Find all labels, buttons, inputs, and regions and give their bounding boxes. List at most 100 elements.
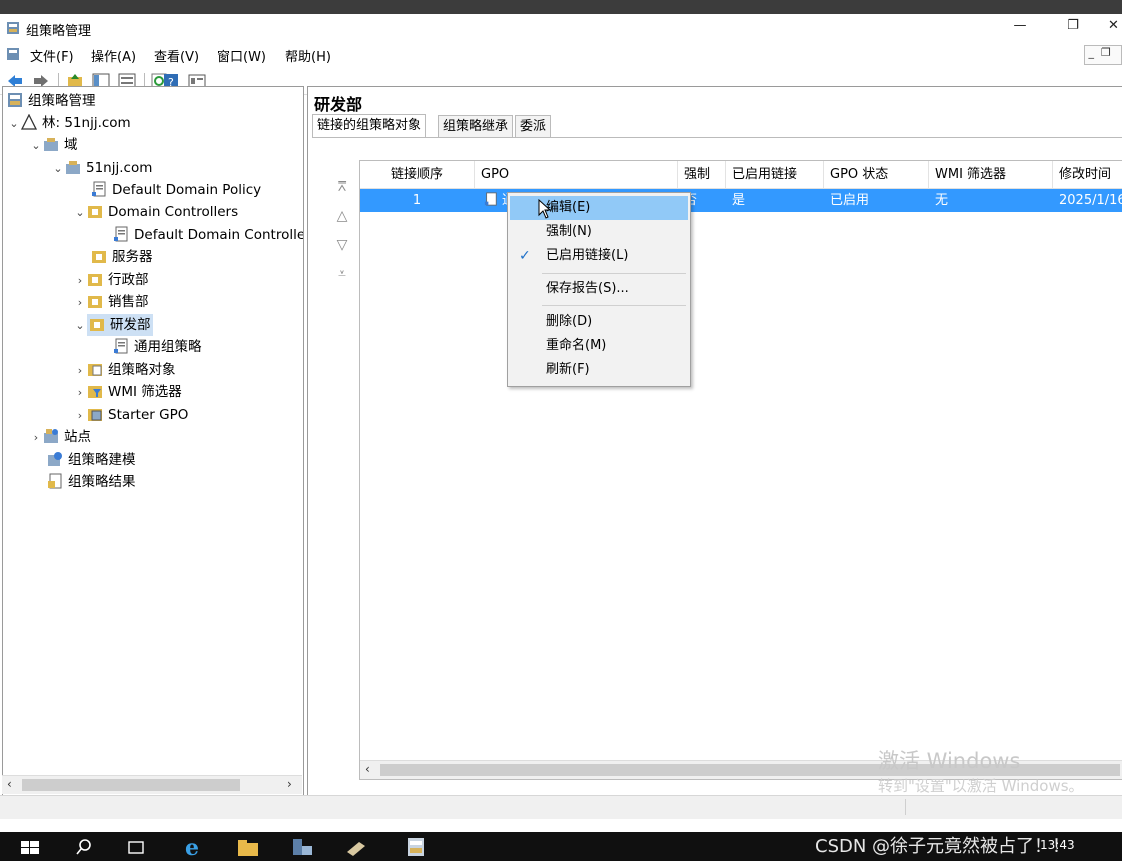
menu-file[interactable]: 文件(F) bbox=[30, 46, 74, 65]
restore-button[interactable]: ❐ bbox=[1058, 18, 1088, 38]
tree-modeling[interactable]: 组策略建模 bbox=[47, 449, 136, 471]
menu-item-delete[interactable]: 删除(D) bbox=[510, 310, 688, 334]
col-link-enabled[interactable]: 已启用链接 bbox=[726, 161, 824, 188]
menu-item-delete-label: 删除(D) bbox=[546, 314, 593, 329]
menu-window[interactable]: 窗口(W) bbox=[217, 46, 266, 65]
context-menu: 编辑(E) 强制(N) ✓ 已启用链接(L) 保存报告(S)... 删除(D) 重… bbox=[507, 192, 691, 387]
expanded-chevron-icon[interactable]: ⌄ bbox=[73, 315, 87, 337]
window-title: 组策略管理 bbox=[26, 24, 92, 39]
menu-help[interactable]: 帮助(H) bbox=[285, 46, 331, 65]
tree-results[interactable]: 组策略结果 bbox=[47, 471, 136, 493]
col-gpo[interactable]: GPO bbox=[475, 161, 678, 188]
starter-gpo-icon bbox=[88, 409, 102, 421]
collapsed-chevron-icon[interactable]: › bbox=[73, 292, 87, 314]
menu-item-refresh[interactable]: 刷新(F) bbox=[510, 358, 688, 382]
collapsed-chevron-icon[interactable]: › bbox=[73, 270, 87, 292]
tree-general-policy[interactable]: 通用组策略 bbox=[113, 336, 202, 358]
expanded-chevron-icon[interactable]: ⌄ bbox=[51, 158, 65, 180]
tree-default-dc-policy[interactable]: Default Domain Controlle bbox=[113, 224, 303, 246]
col-enforced[interactable]: 强制 bbox=[678, 161, 726, 188]
windows-start-icon[interactable] bbox=[18, 836, 42, 858]
cell-wmi: 无 bbox=[935, 193, 949, 208]
tab-inheritance[interactable]: 组策略继承 bbox=[438, 115, 514, 137]
gpmc-taskbar-icon[interactable] bbox=[404, 836, 428, 858]
tree-root[interactable]: 组策略管理 bbox=[7, 90, 96, 112]
tree-admin[interactable]: › 行政部 bbox=[73, 269, 149, 291]
csdn-watermark: CSDN @徐子元竟然被占了！！ bbox=[815, 836, 1071, 857]
scroll-right-arrow-icon[interactable]: › bbox=[287, 777, 292, 791]
tree-domains[interactable]: ⌄ 域 bbox=[29, 134, 78, 157]
scroll-left-arrow-icon[interactable]: ‹ bbox=[7, 777, 12, 791]
tree-wmi-filters[interactable]: › WMI 筛选器 bbox=[73, 381, 182, 403]
menu-action[interactable]: 操作(A) bbox=[91, 46, 136, 65]
menu-item-rename-label: 重命名(M) bbox=[546, 338, 607, 353]
task-view-icon[interactable] bbox=[124, 836, 148, 858]
mdi-child-icon[interactable] bbox=[6, 47, 20, 61]
tree-gpo-objects[interactable]: › 组策略对象 bbox=[73, 359, 176, 381]
col-gpo-status[interactable]: GPO 状态 bbox=[824, 161, 929, 188]
activation-watermark-hint: 转到"设置"以激活 Windows。 bbox=[878, 777, 1084, 795]
tab-linked-gpos[interactable]: 链接的组策略对象 bbox=[312, 114, 427, 138]
menu-item-enforce[interactable]: 强制(N) bbox=[510, 220, 688, 244]
move-up-icon[interactable]: △ bbox=[334, 208, 350, 224]
status-divider bbox=[905, 799, 906, 815]
gpo-link-icon bbox=[114, 226, 128, 242]
menu-view[interactable]: 查看(V) bbox=[154, 46, 199, 65]
col-wmi-filter[interactable]: WMI 筛选器 bbox=[929, 161, 1053, 188]
tree-starter-gpo-label: Starter GPO bbox=[108, 407, 189, 423]
tree-gpo-objects-label: 组策略对象 bbox=[108, 362, 176, 378]
file-explorer-icon[interactable] bbox=[236, 836, 260, 858]
internet-explorer-icon[interactable]: e bbox=[182, 836, 206, 858]
gpo-link-icon bbox=[114, 338, 128, 354]
collapsed-chevron-icon[interactable]: › bbox=[73, 360, 87, 382]
gpo-folder-icon bbox=[88, 364, 102, 376]
cell-status: 已启用 bbox=[830, 193, 870, 208]
menu-item-refresh-label: 刷新(F) bbox=[546, 362, 590, 377]
menu-item-link-enabled[interactable]: ✓ 已启用链接(L) bbox=[510, 244, 688, 268]
table-row[interactable]: 1 通 否 是 已启用 无 2025/1/16 bbox=[360, 189, 1122, 212]
tree-domain-controllers[interactable]: ⌄ Domain Controllers bbox=[73, 201, 238, 223]
move-top-icon[interactable]: ⩞ bbox=[334, 179, 350, 195]
close-button[interactable]: ✕ bbox=[1105, 18, 1122, 38]
collapsed-chevron-icon[interactable]: › bbox=[29, 427, 43, 449]
admin-tools-icon[interactable] bbox=[344, 836, 368, 858]
tree-forest[interactable]: ⌄ 林: 51njj.com bbox=[7, 112, 131, 134]
move-bottom-icon[interactable]: ⩡ bbox=[334, 266, 350, 282]
mdi-controls[interactable]: _ ❐ bbox=[1084, 45, 1122, 65]
col-modified[interactable]: 修改时间 bbox=[1053, 161, 1122, 188]
tree-forest-label: 林: 51njj.com bbox=[42, 115, 131, 131]
menu-item-edit[interactable]: 编辑(E) bbox=[510, 196, 688, 220]
tree-horizontal-scrollbar[interactable]: ‹ › bbox=[2, 775, 302, 794]
menu-item-rename[interactable]: 重命名(M) bbox=[510, 334, 688, 358]
move-down-icon[interactable]: ▽ bbox=[334, 237, 350, 253]
expanded-chevron-icon[interactable]: ⌄ bbox=[7, 113, 21, 135]
tree-starter-gpo[interactable]: › Starter GPO bbox=[73, 404, 189, 427]
tree-domain[interactable]: ⌄ 51njj.com bbox=[51, 157, 152, 179]
expanded-chevron-icon[interactable]: ⌄ bbox=[73, 202, 87, 224]
tree-sites[interactable]: › 站点 bbox=[29, 426, 91, 448]
tree-domains-label: 域 bbox=[64, 137, 78, 153]
checkmark-icon: ✓ bbox=[519, 248, 531, 264]
tree-rd[interactable]: ⌄ 研发部 bbox=[73, 314, 153, 336]
collapsed-chevron-icon[interactable]: › bbox=[73, 382, 87, 404]
tree-servers[interactable]: 服务器 bbox=[91, 246, 153, 268]
tab-delegation[interactable]: 委派 bbox=[515, 115, 552, 137]
col-link-order[interactable]: 链接顺序 bbox=[360, 161, 475, 188]
svg-text:e: e bbox=[185, 836, 199, 858]
search-icon[interactable] bbox=[72, 836, 96, 858]
tree-default-domain-policy[interactable]: Default Domain Policy bbox=[91, 179, 261, 201]
scroll-thumb[interactable] bbox=[22, 779, 240, 791]
tree-sales[interactable]: › 销售部 bbox=[73, 291, 149, 313]
expanded-chevron-icon[interactable]: ⌄ bbox=[29, 135, 43, 157]
scroll-left-arrow-icon[interactable]: ‹ bbox=[365, 762, 370, 776]
menu-separator bbox=[542, 305, 686, 306]
gpo-link-icon bbox=[92, 181, 106, 197]
minimize-button[interactable]: — bbox=[1005, 18, 1035, 38]
ou-icon bbox=[88, 274, 102, 286]
tree-rd-selection: 研发部 bbox=[87, 314, 153, 336]
list-header: 链接顺序 GPO 强制 已启用链接 GPO 状态 WMI 筛选器 修改时间 bbox=[360, 161, 1122, 189]
collapsed-chevron-icon[interactable]: › bbox=[73, 405, 87, 427]
server-manager-icon[interactable] bbox=[290, 836, 314, 858]
menu-item-save-report[interactable]: 保存报告(S)... bbox=[510, 277, 688, 301]
forest-icon bbox=[21, 114, 37, 130]
